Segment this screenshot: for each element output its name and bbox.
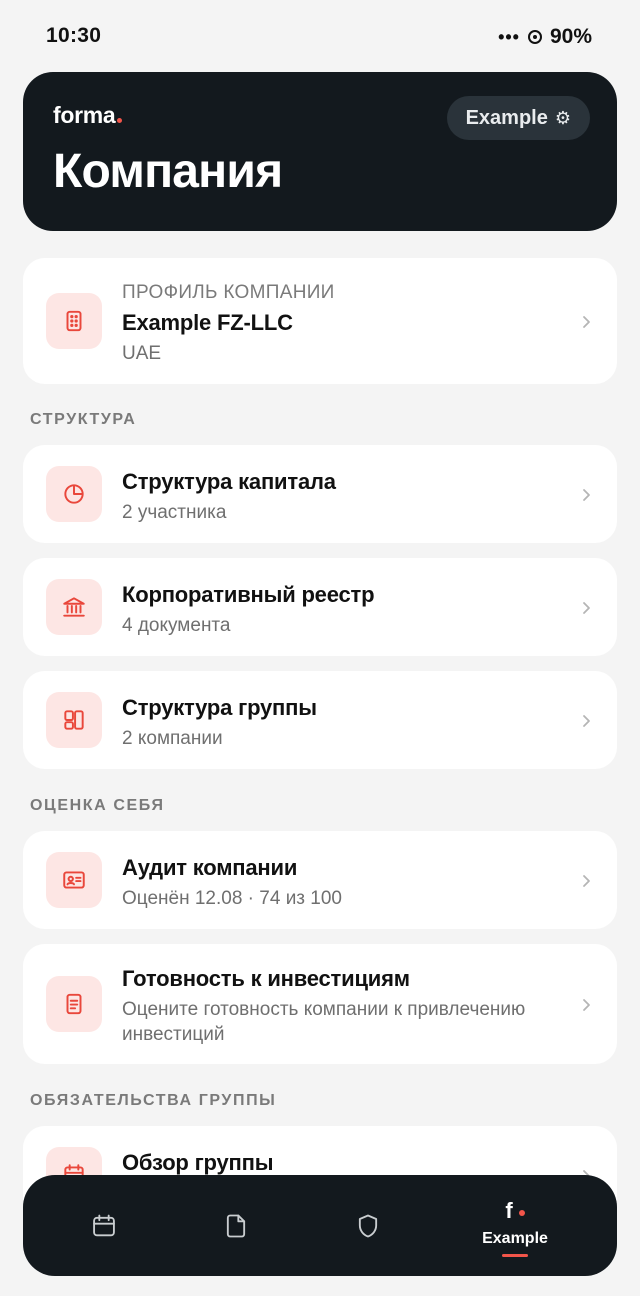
capital-structure-text: Структура капитала 2 участника — [122, 469, 547, 525]
company-logo-letter: f — [505, 1198, 513, 1223]
gear-icon: ⚙ — [554, 107, 571, 128]
company-logo: f — [505, 1198, 525, 1224]
company-name: Example FZ-LLC — [122, 310, 293, 335]
calendar-icon — [93, 1214, 115, 1236]
item-subtitle: Оцените готовность компании к привлечени… — [122, 999, 526, 1045]
signal-dots-icon: ••• — [498, 26, 520, 47]
active-tab-indicator — [502, 1254, 528, 1257]
item-subtitle: Оценён 12.08 · 74 из 100 — [122, 888, 342, 909]
section-label-group-obligations: ОБЯЗАТЕЛЬСТВА ГРУППЫ — [30, 1092, 277, 1109]
chevron-right-icon — [579, 714, 593, 728]
profile-eyebrow: ПРОФИЛЬ КОМПАНИИ — [122, 282, 335, 303]
section-label-self-assessment: ОЦЕНКА СЕБЯ — [30, 797, 165, 814]
chevron-right-icon — [579, 315, 593, 329]
profile-text: ПРОФИЛЬ КОМПАНИИ Example FZ-LLC UAE — [122, 282, 547, 366]
workspace-label: Example — [465, 106, 548, 129]
item-title: Структура группы — [122, 695, 317, 720]
status-time: 10:30 — [46, 24, 102, 47]
page-title: Компания — [53, 145, 283, 198]
chevron-right-icon — [579, 601, 593, 615]
investment-readiness-text: Готовность к инвестициям Оцените готовно… — [122, 966, 547, 1047]
corporate-registry-card[interactable]: Корпоративный реестр 4 документа — [23, 558, 617, 656]
status-right: ••• 90% — [498, 25, 592, 49]
tab-company[interactable]: f Example — [441, 1175, 589, 1276]
logo-dot-icon — [518, 1210, 525, 1216]
corporate-registry-text: Корпоративный реестр 4 документа — [122, 582, 547, 638]
item-title: Обзор группы — [122, 1150, 274, 1175]
bank-icon — [46, 579, 102, 635]
chevron-right-icon — [579, 998, 593, 1012]
company-audit-text: Аудит компании Оценён 12.08 · 74 из 100 — [122, 855, 547, 911]
tab-calendar[interactable] — [30, 1175, 178, 1276]
file-icon — [226, 1214, 246, 1237]
id-card-icon — [46, 852, 102, 908]
brand-name: forma — [53, 102, 116, 128]
brand-logo: forma — [53, 102, 123, 129]
tab-security[interactable] — [294, 1175, 442, 1276]
app-screen: 10:30 ••• 90% forma Компания Example ⚙ П… — [0, 0, 640, 1296]
tab-documents[interactable] — [162, 1175, 310, 1276]
brand-dot-icon — [117, 118, 123, 123]
item-title: Готовность к инвестициям — [122, 966, 410, 991]
company-audit-card[interactable]: Аудит компании Оценён 12.08 · 74 из 100 — [23, 831, 617, 929]
group-overview-text: Обзор группы — [122, 1150, 547, 1176]
layout-icon — [46, 692, 102, 748]
document-icon — [46, 976, 102, 1032]
location-icon — [527, 30, 542, 44]
group-structure-text: Структура группы 2 компании — [122, 695, 547, 751]
chevron-right-icon — [579, 488, 593, 502]
item-subtitle: 4 документа — [122, 615, 231, 636]
group-structure-card[interactable]: Структура группы 2 компании — [23, 671, 617, 769]
company-profile-card[interactable]: ПРОФИЛЬ КОМПАНИИ Example FZ-LLC UAE — [23, 258, 617, 384]
workspace-switcher-button[interactable]: Example ⚙ — [446, 96, 590, 140]
item-title: Аудит компании — [122, 855, 298, 880]
investment-readiness-card[interactable]: Готовность к инвестициям Оцените готовно… — [23, 944, 617, 1064]
building-icon — [46, 293, 102, 349]
section-label-structure: СТРУКТУРА — [30, 411, 137, 428]
bottom-tab-bar: f Example — [23, 1175, 617, 1276]
page-header: forma Компания Example ⚙ — [23, 72, 617, 231]
item-subtitle: 2 участника — [122, 502, 227, 523]
item-title: Корпоративный реестр — [122, 582, 375, 607]
capital-structure-card[interactable]: Структура капитала 2 участника — [23, 445, 617, 543]
status-bar: 10:30 ••• 90% — [0, 0, 640, 72]
item-title: Структура капитала — [122, 469, 336, 494]
pie-chart-icon — [46, 466, 102, 522]
company-country: UAE — [122, 343, 162, 364]
shield-icon — [358, 1214, 378, 1237]
battery-level: 90% — [549, 25, 592, 48]
item-subtitle: 2 компании — [122, 728, 223, 749]
chevron-right-icon — [579, 874, 593, 888]
tab-company-label: Example — [482, 1230, 548, 1247]
